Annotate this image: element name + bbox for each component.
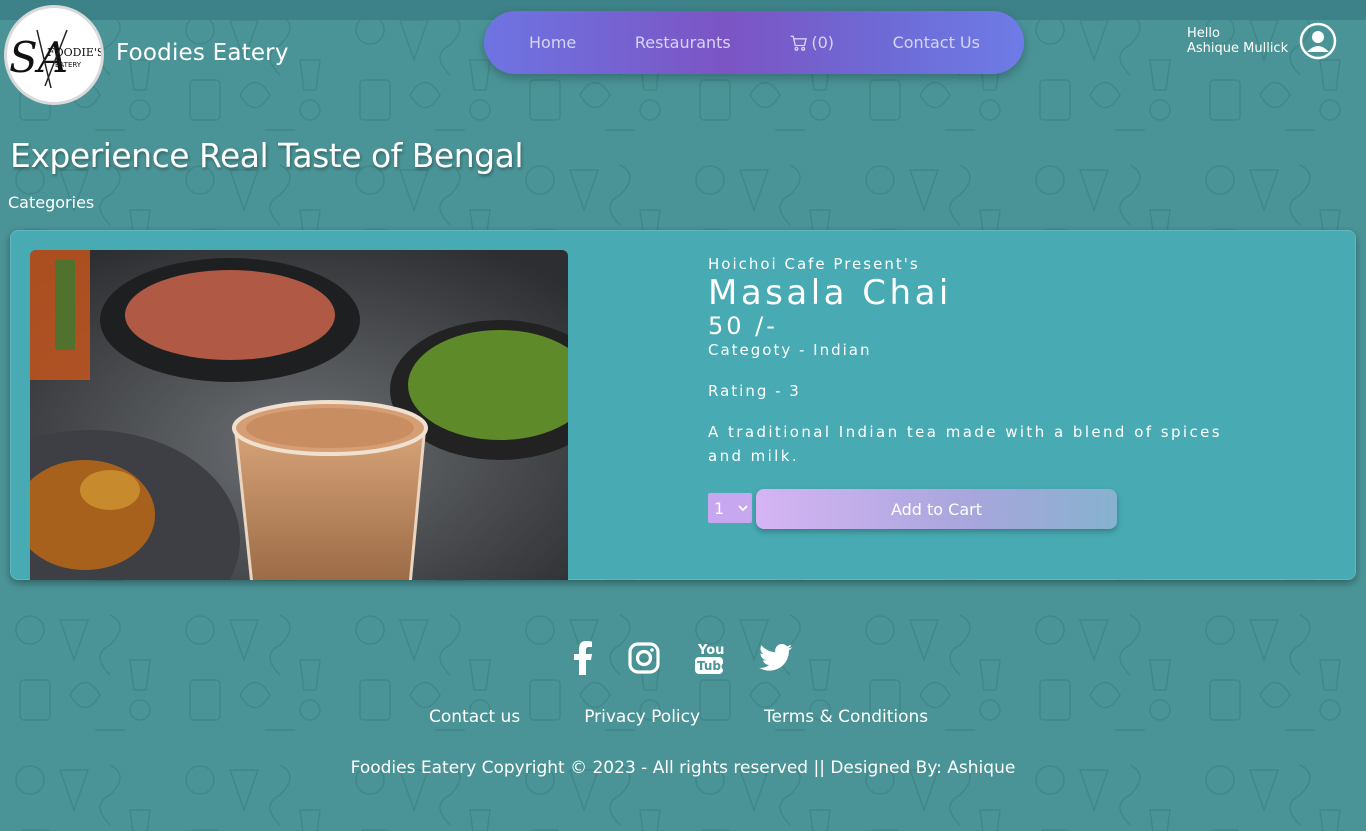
chevron-down-icon <box>738 505 748 512</box>
nav-restaurants-label: Restaurants <box>634 33 731 52</box>
nav-restaurants[interactable]: Restaurants <box>635 33 731 52</box>
site-logo[interactable]: SA FOODIE'S EATERY <box>4 5 104 105</box>
categories-label[interactable]: Categories <box>8 193 94 212</box>
logo-graphic: SA FOODIE'S EATERY <box>9 29 101 89</box>
svg-text:EATERY: EATERY <box>55 61 82 69</box>
nav-contact-label: Contact Us <box>892 33 980 52</box>
product-category: Categoty - Indian <box>708 341 872 359</box>
page-title: Experience Real Taste of Bengal <box>10 136 523 175</box>
nav-home[interactable]: Home <box>529 33 576 52</box>
product-name: Masala Chai <box>708 273 952 313</box>
social-links: YouTube <box>573 640 793 680</box>
footer-terms-link[interactable]: Terms & Conditions <box>764 707 928 727</box>
nav-home-label: Home <box>529 33 577 52</box>
product-image <box>30 250 568 580</box>
quantity-value: 1 <box>714 498 725 518</box>
nav-contact-us[interactable]: Contact Us <box>893 33 980 52</box>
logo-mark: SA FOODIE'S EATERY <box>7 8 101 102</box>
user-circle-icon[interactable] <box>1299 22 1337 60</box>
brand-name[interactable]: Foodies Eatery <box>116 40 289 66</box>
footer-links: Contact us Privacy Policy Terms & Condit… <box>429 707 928 727</box>
add-to-cart-button[interactable]: Add to Cart <box>756 489 1117 529</box>
twitter-icon[interactable] <box>759 644 793 676</box>
user-name: Ashique Mullick <box>1187 41 1289 56</box>
cart-count: (0) <box>811 33 835 52</box>
facebook-icon[interactable] <box>573 641 593 679</box>
masala-chai-photo <box>30 250 568 580</box>
cart-icon <box>791 35 808 51</box>
quantity-select[interactable]: 1 <box>708 493 752 523</box>
product-description: A traditional Indian tea made with a ble… <box>708 423 1222 465</box>
product-rating: Rating - 3 <box>708 382 801 400</box>
product-price: 50 /- <box>708 312 778 340</box>
restaurant-presents: Hoichoi Cafe Present's <box>708 255 920 273</box>
instagram-icon[interactable] <box>628 642 660 678</box>
footer-privacy-policy-link[interactable]: Privacy Policy <box>584 707 700 727</box>
nav-cart[interactable]: (0) <box>789 33 834 53</box>
footer-contact-us-link[interactable]: Contact us <box>429 707 520 727</box>
hello-text: Hello <box>1187 26 1220 41</box>
copyright-text: Foodies Eatery Copyright © 2023 - All ri… <box>350 758 1016 778</box>
user-greeting: Hello Ashique Mullick <box>1187 26 1288 56</box>
product-info: Hoichoi Cafe Present's Masala Chai 50 /-… <box>708 255 1222 468</box>
main-nav: Home Restaurants (0) Contact Us <box>484 11 1024 74</box>
svg-text:FOODIE'S: FOODIE'S <box>47 46 101 59</box>
youtube-icon[interactable]: YouTube <box>694 640 729 680</box>
svg-text:You: You <box>697 643 724 658</box>
svg-text:Tube: Tube <box>697 659 724 673</box>
